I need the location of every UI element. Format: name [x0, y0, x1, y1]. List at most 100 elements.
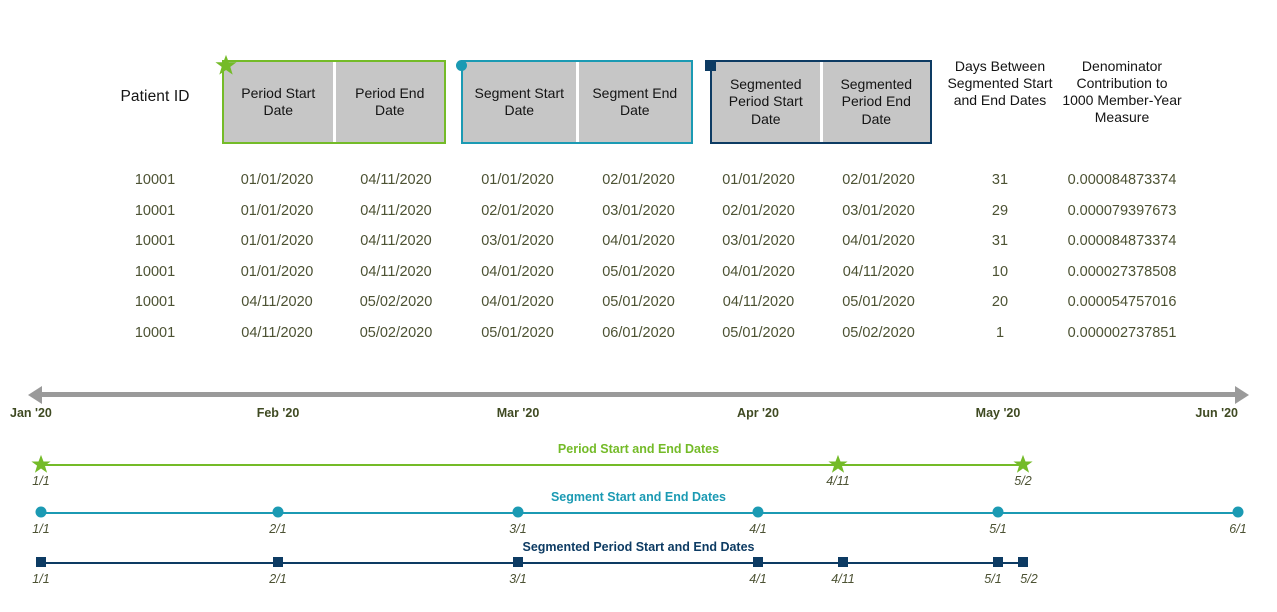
cell-denominator-contribution: 0.000002737851 [1067, 325, 1177, 341]
timeline-square-icon [513, 557, 523, 567]
timeline-point-label: 6/1 [1229, 522, 1247, 536]
table-header-row: Patient ID Period Start Date Period End … [0, 0, 1277, 150]
cell-period-start-date: 04/11/2020 [241, 294, 313, 311]
column-header-segmented-period-start-date: Segmented Period Start Date [712, 62, 820, 142]
axis-tick-label: Jan '20 [10, 406, 52, 420]
track-title: Segmented Period Start and End Dates [522, 540, 755, 554]
cell-period-end-date: 05/02/2020 [359, 325, 433, 341]
axis-tick-label: Apr '20 [737, 406, 779, 420]
timeline-square-icon [838, 557, 848, 567]
data-table: Patient ID Period Start Date Period End … [0, 0, 1277, 360]
cell-denominator-contribution: 0.000084873374 [1067, 172, 1177, 188]
cell-segment-start-date: 04/01/2020 [481, 294, 554, 311]
cell-segment-start-date: 04/01/2020 [481, 263, 554, 280]
timeline-square-icon [753, 557, 763, 567]
track-title: Segment Start and End Dates [550, 490, 727, 504]
cell-period-end-date: 05/02/2020 [359, 294, 433, 311]
cell-segment-end-date: 03/01/2020 [602, 202, 675, 219]
cell-segmented-period-start-date: 04/11/2020 [722, 294, 795, 311]
timeline-square-icon [273, 557, 283, 567]
column-header-denominator-contribution: Denominator Contribution to 1000 Member-… [1062, 58, 1182, 126]
timeline-point-label: 1/1 [32, 522, 50, 536]
timeline-point-label: 1/1 [32, 572, 50, 586]
cell-segment-start-date: 05/01/2020 [481, 325, 554, 341]
column-header-patient-id: Patient ID [120, 88, 190, 105]
timeline-circle-icon [272, 506, 284, 518]
column-header-segment-start-date: Segment Start Date [463, 62, 576, 142]
timeline-axis: Jan '20 Feb '20 Mar '20 Apr '20 May '20 Jun '… [0, 386, 1277, 428]
cell-denominator-contribution: 0.000027378508 [1067, 263, 1177, 280]
cell-segment-end-date: 05/01/2020 [602, 263, 675, 280]
timeline-point-label: 1/1 [32, 474, 50, 488]
column-header-days-between: Days Between Segmented Start and End Dat… [947, 58, 1053, 109]
timeline-point-label: 4/1 [749, 522, 767, 536]
cell-patient-id: 10001 [134, 325, 176, 341]
cell-segment-start-date: 02/01/2020 [481, 202, 554, 219]
timeline-point-label: 5/2 [1020, 572, 1038, 586]
cell-period-start-date: 01/01/2020 [240, 172, 314, 188]
timeline-square-icon [1018, 557, 1028, 567]
table-row: 10001 04/11/2020 05/02/2020 05/01/2020 06/01… [0, 325, 1277, 356]
cell-segment-end-date: 04/01/2020 [602, 233, 675, 250]
cell-segmented-period-end-date: 04/11/2020 [842, 263, 915, 280]
cell-segment-end-date: 06/01/2020 [602, 325, 675, 341]
cell-segment-end-date: 02/01/2020 [602, 172, 675, 188]
cell-days-between: 20 [991, 294, 1009, 311]
cell-segmented-period-start-date: 05/01/2020 [722, 325, 795, 341]
track-line [41, 512, 1238, 514]
axis-arrow-right-icon [1235, 386, 1249, 404]
cell-segment-end-date: 05/01/2020 [602, 294, 675, 311]
cell-denominator-contribution: 0.000084873374 [1067, 233, 1177, 250]
timeline-circle-icon [1232, 506, 1244, 518]
timeline-track-segment: Segment Start and End Dates 1/1 2/1 3/1 4/1 5… [0, 490, 1277, 536]
timeline-point-label: 5/1 [989, 522, 1007, 536]
timeline-star-icon [1013, 454, 1033, 474]
table-row: 10001 01/01/2020 04/11/2020 04/01/2020 05/01… [0, 264, 1277, 295]
timeline-point-label: 4/11 [831, 572, 855, 586]
column-header-segmented-period-end-date: Segmented Period End Date [822, 62, 930, 142]
cell-segment-start-date: 03/01/2020 [481, 233, 554, 250]
track-line [41, 464, 1023, 466]
column-group-period: Period Start Date Period End Date [222, 60, 446, 144]
timeline-circle-icon [512, 506, 524, 518]
table-row: 10001 01/01/2020 04/11/2020 03/01/2020 04/01… [0, 233, 1277, 264]
timeline-point-label: 4/1 [749, 572, 767, 586]
timeline-circle-icon [752, 506, 764, 518]
timeline-point-label: 3/1 [509, 572, 527, 586]
axis-tick-label: Feb '20 [256, 406, 300, 420]
cell-patient-id: 10001 [134, 202, 176, 219]
cell-period-end-date: 04/11/2020 [360, 202, 432, 219]
column-header-period-start-date: Period Start Date [224, 62, 333, 142]
cell-period-start-date: 01/01/2020 [240, 263, 314, 280]
track-title: Period Start and End Dates [557, 442, 720, 456]
cell-days-between: 31 [991, 172, 1009, 188]
timeline-track-segmented-period: Segmented Period Start and End Dates 1/1 2… [0, 540, 1277, 586]
cell-period-end-date: 04/11/2020 [360, 263, 432, 280]
timeline-point-label: 4/11 [826, 474, 850, 488]
axis-tick-label: Mar '20 [496, 406, 540, 420]
cell-segmented-period-end-date: 05/02/2020 [842, 325, 915, 341]
cell-period-start-date: 01/01/2020 [240, 233, 314, 250]
cell-patient-id: 10001 [134, 233, 176, 250]
timeline-star-icon [31, 454, 51, 474]
cell-segmented-period-end-date: 04/01/2020 [842, 233, 915, 250]
cell-patient-id: 10001 [134, 294, 176, 311]
cell-days-between: 1 [995, 325, 1005, 341]
cell-segment-start-date: 01/01/2020 [481, 172, 554, 188]
axis-line [38, 392, 1239, 397]
timeline-point-label: 5/1 [984, 572, 1002, 586]
segment-circle-icon [456, 60, 467, 71]
axis-tick-label: Jun '20 [1195, 406, 1238, 420]
cell-segmented-period-end-date: 03/01/2020 [842, 202, 915, 219]
table-row: 10001 01/01/2020 04/11/2020 02/01/2020 03/01… [0, 203, 1277, 234]
track-line [41, 562, 1023, 564]
timeline-point-label: 3/1 [509, 522, 527, 536]
column-header-segment-end-date: Segment End Date [578, 62, 691, 142]
timeline-point-label: 5/2 [1014, 474, 1032, 488]
axis-tick-label: May '20 [975, 406, 1021, 420]
column-group-segmented-period: Segmented Period Start Date Segmented Pe… [710, 60, 932, 144]
cell-denominator-contribution: 0.000079397673 [1067, 202, 1177, 219]
cell-period-start-date: 04/11/2020 [241, 325, 313, 341]
axis-arrow-left-icon [28, 386, 42, 404]
cell-period-end-date: 04/11/2020 [360, 233, 432, 250]
